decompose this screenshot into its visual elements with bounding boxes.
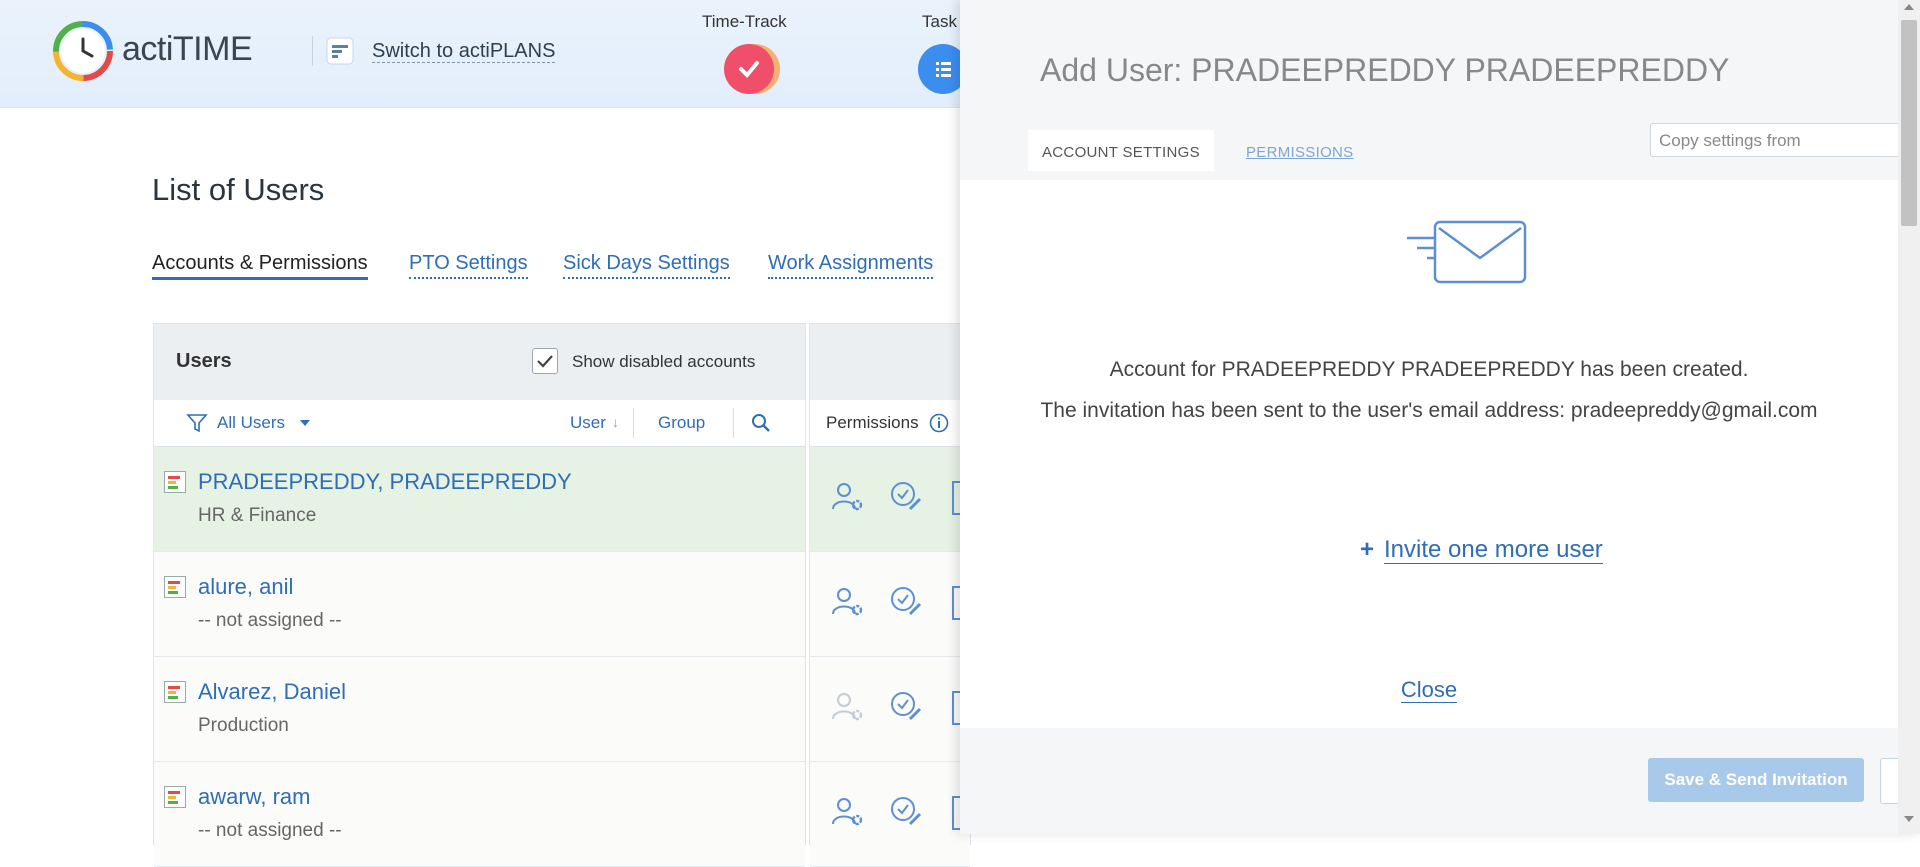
invitation-sent-message: The invitation has been sent to the user… [1040,399,1818,422]
checkmark-icon [537,355,553,368]
clipped-icon [952,481,960,515]
table-row[interactable]: alure, anil -- not assigned -- [154,552,805,657]
sort-arrow-icon: ↓ [612,414,619,430]
user-name-link[interactable]: alure, anil [198,574,293,600]
user-settings-icon[interactable] [830,794,866,830]
logo-text: actiTIME [122,30,253,68]
scroll-up-arrow-icon[interactable] [1904,4,1914,10]
nav-task-label[interactable]: Task [922,12,957,32]
save-send-invitation-button[interactable]: Save & Send Invitation [1648,758,1864,802]
switch-to-actiplans-link[interactable]: Switch to actiPLANS [372,40,556,63]
user-chart-icon [164,681,186,703]
user-settings-icon[interactable] [830,584,866,620]
permissions-row [810,657,970,762]
clipped-icon [952,796,960,830]
user-name-link[interactable]: awarw, ram [198,784,310,810]
page-title: List of Users [152,172,325,207]
user-settings-icon[interactable] [830,689,866,725]
permissions-label: Permissions [826,413,919,432]
user-settings-icon[interactable] [830,479,866,515]
user-group: HR & Finance [198,505,317,526]
plus-icon: + [1360,536,1375,563]
subtab-pto-settings[interactable]: PTO Settings [409,252,528,279]
add-user-panel: Add User: PRADEEPREDDY PRADEEPREDDY ACCO… [960,0,1920,834]
user-chart-icon [164,576,186,598]
invite-one-more-user-link[interactable]: + Invite one more user [1360,536,1603,564]
info-icon[interactable] [929,413,949,433]
show-disabled-label[interactable]: Show disabled accounts [572,352,755,372]
user-name-link[interactable]: Alvarez, Daniel [198,679,346,705]
invite-one-more-user-label[interactable]: Invite one more user [1384,536,1603,564]
chevron-down-icon[interactable] [300,420,310,426]
checkmark-icon[interactable] [724,44,774,94]
close-link[interactable]: Close [1400,677,1458,703]
user-name-link[interactable]: PRADEEPREDDY, PRADEEPREDDY [198,469,572,495]
permissions-panel: Permissions [809,323,971,867]
users-title: Users [176,350,232,372]
time-edit-icon[interactable] [888,794,924,830]
copy-settings-placeholder: Copy settings from [1659,131,1801,150]
time-edit-icon[interactable] [888,479,924,515]
close-link-wrapper: Close [960,677,1898,703]
filter-icon[interactable] [186,412,208,434]
table-row[interactable]: awarw, ram -- not assigned -- [154,762,805,867]
column-divider [633,408,634,438]
user-chart-icon [164,786,186,808]
scroll-down-arrow-icon[interactable] [1904,816,1914,822]
nav-time-track-label[interactable]: Time-Track [702,12,787,32]
time-edit-icon[interactable] [888,689,924,725]
scrollbar[interactable] [1898,0,1920,834]
table-row[interactable]: PRADEEPREDDY, PRADEEPREDDY HR & Finance [154,447,805,552]
users-filter-bar: All Users User ↓ Group [154,400,805,447]
copy-settings-input[interactable]: Copy settings from [1650,123,1912,157]
sort-by-group[interactable]: Group [658,413,705,433]
clipped-icon [952,691,960,725]
column-divider [733,408,734,438]
clipped-icon [952,586,960,620]
user-group: Production [198,715,289,736]
time-edit-icon[interactable] [888,584,924,620]
header-divider [312,36,313,66]
user-group: -- not assigned -- [198,820,342,841]
add-user-title: Add User: PRADEEPREDDY PRADEEPREDDY [1040,52,1730,88]
user-group: -- not assigned -- [198,610,342,631]
search-icon[interactable] [751,413,771,433]
subtab-work-assignments[interactable]: Work Assignments [768,252,934,279]
subtab-accounts-permissions[interactable]: Accounts & Permissions [152,252,368,280]
sort-by-user[interactable]: User [570,413,606,433]
actiplans-icon[interactable] [326,37,354,65]
account-settings-body: Account for PRADEEPREDDY PRADEEPREDDY ha… [960,180,1898,728]
all-users-dropdown[interactable]: All Users [217,413,285,433]
show-disabled-checkbox[interactable] [532,348,558,374]
scroll-thumb[interactable] [1901,20,1917,226]
users-panel: Users Show disabled accounts All Users U… [153,323,806,867]
account-created-message: Account for PRADEEPREDDY PRADEEPREDDY ha… [1109,358,1749,381]
table-row[interactable]: Alvarez, Daniel Production [154,657,805,762]
actitime-logo-icon[interactable] [52,20,114,82]
envelope-icon [1407,220,1527,284]
permissions-row [810,762,970,867]
permissions-header [810,324,970,401]
tab-permissions[interactable]: PERMISSIONS [1232,130,1368,171]
tab-account-settings[interactable]: ACCOUNT SETTINGS [1028,130,1214,171]
users-panel-header: Users Show disabled accounts [154,324,805,401]
user-chart-icon [164,471,186,493]
permissions-row [810,552,970,657]
subtab-sick-days-settings[interactable]: Sick Days Settings [563,252,730,279]
permissions-row [810,447,970,552]
